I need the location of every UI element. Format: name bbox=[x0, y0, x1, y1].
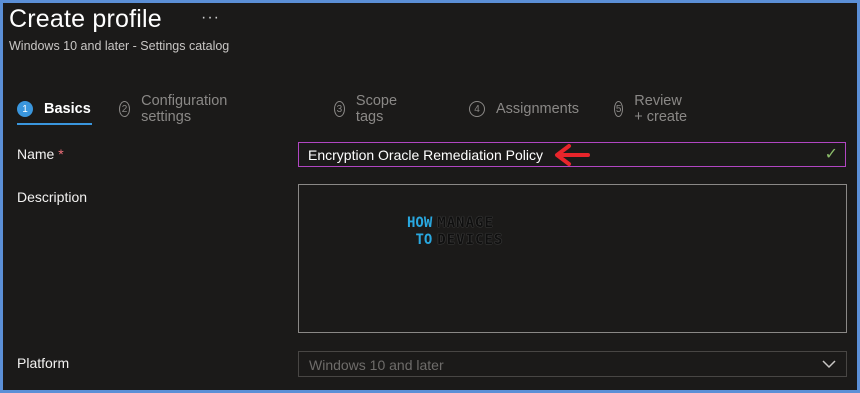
logo-text-devices: DEVICES bbox=[437, 232, 504, 248]
step-label: Configuration settings bbox=[141, 93, 228, 125]
logo-text-manage: MANAGE bbox=[437, 215, 494, 231]
tab-scope-tags[interactable]: 3 Scope tags bbox=[334, 93, 402, 125]
step-label: Basics bbox=[44, 101, 91, 117]
platform-select[interactable]: Windows 10 and later bbox=[298, 351, 847, 377]
page-subtitle: Windows 10 and later - Settings catalog bbox=[9, 39, 230, 53]
description-field[interactable]: HOW TO MANAGE DEVICES bbox=[298, 184, 847, 333]
logo-text-how: HOW bbox=[407, 215, 433, 231]
ellipsis-icon[interactable]: ··· bbox=[201, 9, 220, 27]
required-asterisk: * bbox=[58, 146, 64, 162]
tab-assignments[interactable]: 4 Assignments bbox=[469, 94, 579, 124]
name-field-value: Encryption Oracle Remediation Policy bbox=[308, 147, 543, 163]
name-label: Name * bbox=[17, 146, 64, 162]
platform-select-value: Windows 10 and later bbox=[309, 357, 444, 373]
active-tab-indicator bbox=[17, 123, 92, 125]
page-title: Create profile bbox=[9, 5, 162, 33]
step-number: 1 bbox=[17, 101, 33, 117]
tab-review-create[interactable]: 5 Review + create bbox=[614, 93, 689, 125]
chevron-down-icon bbox=[822, 360, 836, 369]
checkmark-icon: ✓ bbox=[824, 146, 838, 163]
step-number: 5 bbox=[614, 101, 624, 117]
description-label: Description bbox=[17, 189, 88, 205]
step-label: Review + create bbox=[634, 93, 688, 125]
step-label: Scope tags bbox=[355, 93, 398, 125]
tab-configuration-settings[interactable]: 2 Configuration settings bbox=[119, 93, 232, 125]
step-number: 2 bbox=[119, 101, 131, 117]
red-arrow-icon bbox=[555, 144, 590, 166]
step-number: 3 bbox=[334, 101, 345, 117]
platform-label: Platform bbox=[17, 355, 70, 371]
step-number: 4 bbox=[469, 101, 485, 117]
logo-text-to: TO bbox=[415, 232, 433, 248]
create-profile-panel: Create profile ··· Windows 10 and later … bbox=[0, 0, 860, 393]
name-label-text: Name bbox=[17, 146, 55, 162]
watermark-logo: HOW TO MANAGE DEVICES bbox=[407, 215, 503, 249]
tab-basics[interactable]: 1 Basics bbox=[17, 94, 91, 124]
step-label: Assignments bbox=[496, 101, 580, 117]
